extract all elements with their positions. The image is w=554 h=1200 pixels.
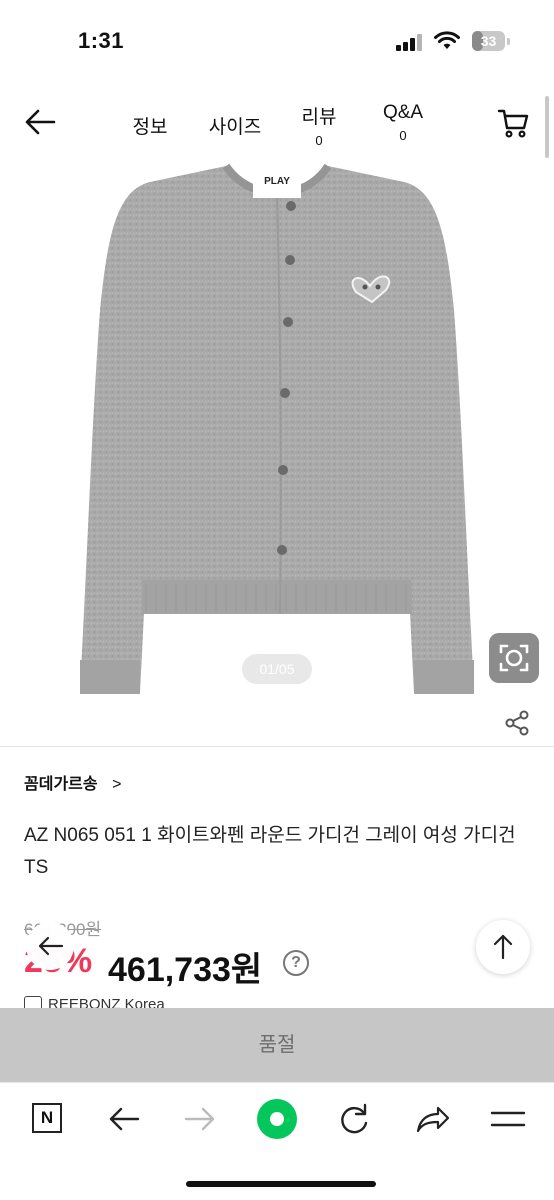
tab-info-label: 정보 — [132, 117, 168, 138]
tab-qa[interactable]: Q&A 0 — [370, 102, 436, 143]
home-indicator[interactable] — [186, 1181, 376, 1187]
scrollbar[interactable] — [545, 96, 549, 158]
tab-qa-label: Q&A — [382, 102, 424, 123]
sold-out-button[interactable]: 품절 — [0, 1008, 554, 1082]
sale-price: 461,733원 — [108, 951, 263, 989]
tab-qa-count: 0 — [399, 128, 407, 143]
battery-icon: 33 — [472, 31, 510, 51]
scroll-to-top-icon[interactable] — [476, 920, 530, 974]
brand-name: 꼼데가르송 — [24, 776, 98, 793]
signal-icon — [396, 33, 424, 51]
share-icon[interactable] — [502, 708, 532, 738]
product-top-nav: 정보 사이즈 리뷰 0 Q&A 0 — [0, 90, 554, 154]
product-name: AZ N065 051 1 화이트와펜 라운드 가디건 그레이 여성 가디건 T… — [24, 825, 516, 878]
cart-icon[interactable] — [496, 106, 532, 140]
battery-level: 33 — [480, 33, 497, 49]
image-search-icon[interactable] — [489, 633, 539, 683]
gallery-page-indicator: 01/05 — [242, 654, 312, 684]
menu-icon[interactable] — [486, 1099, 530, 1139]
tab-size-label: 사이즈 — [208, 117, 262, 138]
refresh-icon[interactable] — [332, 1099, 376, 1139]
tab-review-label: 리뷰 — [301, 107, 337, 128]
section-divider — [0, 746, 554, 747]
green-dot-icon[interactable] — [254, 1099, 298, 1139]
naver-icon[interactable]: N — [28, 1099, 72, 1139]
brand-link[interactable]: 꼼데가르송 > — [24, 770, 121, 794]
help-icon[interactable]: ? — [283, 950, 309, 976]
tab-info[interactable]: 정보 — [120, 112, 180, 139]
tab-size[interactable]: 사이즈 — [200, 112, 270, 139]
chevron-right-icon: > — [112, 776, 122, 793]
forward-icon[interactable] — [178, 1099, 222, 1139]
wifi-icon — [434, 31, 460, 49]
share-icon[interactable] — [410, 1099, 454, 1139]
status-time: 1:31 — [78, 28, 125, 53]
tab-review[interactable]: 리뷰 0 — [294, 102, 344, 148]
play-logo: PLAY — [264, 176, 290, 187]
status-bar: 1:31 33 — [0, 0, 554, 80]
back-icon[interactable] — [102, 1099, 146, 1139]
arrow-left-icon[interactable] — [20, 104, 60, 140]
naver-logo-text: N — [32, 1103, 62, 1133]
back-floating-icon[interactable] — [26, 922, 74, 970]
tab-review-count: 0 — [315, 133, 323, 148]
